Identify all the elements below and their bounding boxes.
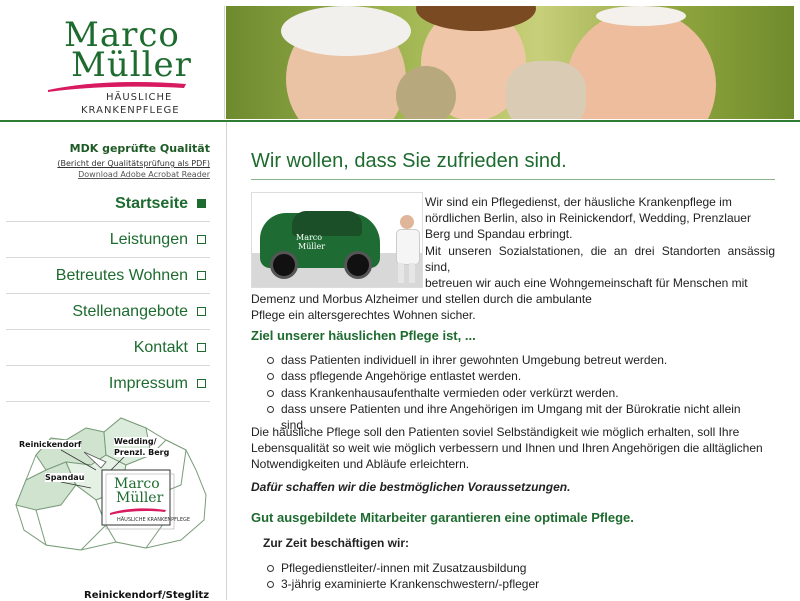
care-text: Die häusliche Pflege soll den Patienten … — [251, 424, 775, 473]
intro-text: Wir sind ein Pflegedienst, der häusliche… — [251, 194, 775, 324]
nav-item-stellenangebote[interactable]: Stellenangebote — [6, 294, 210, 330]
nav-item-impressum[interactable]: Impressum — [6, 366, 210, 402]
quality-title: MDK geprüfte Qualität — [69, 142, 210, 155]
nav-item-label: Betreutes Wohnen — [55, 266, 188, 284]
header: Marco Müller HÄUSLICHE KRANKENPFLEGE — [0, 0, 800, 122]
nav-item-label: Impressum — [108, 374, 188, 392]
care-line: Die häusliche Pflege soll den Patienten … — [251, 425, 740, 439]
berlin-map-icon — [15, 417, 207, 551]
car-logo-line1: Marco — [296, 233, 323, 242]
main-content: Wir wollen, dass Sie zufrieden sind. Mar… — [226, 122, 795, 600]
map-label-prenzl-berg[interactable]: Prenzl. Berg — [114, 448, 170, 457]
staff-list: Pflegedienstleiter/-innen mit Zusatzausb… — [267, 560, 767, 593]
page-title: Wir wollen, dass Sie zufrieden sind. — [251, 150, 567, 172]
quality-report-link[interactable]: (Bericht der Qualitätsprüfung als PDF) — [57, 159, 210, 168]
map-logo-line2: Müller — [116, 490, 164, 506]
square-bullet-icon — [197, 199, 206, 208]
goal-heading: Ziel unserer häuslichen Pflege ist, ... — [251, 328, 476, 343]
list-item: dass Krankenhausaufenthalte vermieden od… — [267, 385, 767, 401]
car-logo-line2: Müller — [298, 242, 326, 251]
sidebar-bottom-label: Reinickendorf/Steglitz — [84, 590, 210, 601]
nav-item-kontakt[interactable]: Kontakt — [6, 330, 210, 366]
title-divider — [251, 179, 775, 180]
emphasis-text: Dafür schaffen wir die bestmöglichen Vor… — [251, 480, 571, 494]
care-line: Notwendigkeiten und Abläufe erleichtern. — [251, 457, 470, 472]
logo[interactable]: Marco Müller HÄUSLICHE KRANKENPFLEGE — [6, 6, 225, 119]
intro-line: Pflege ein altersgerechtes Wohnen sicher… — [251, 308, 476, 323]
photo-face-elderly-man — [566, 10, 716, 119]
intro-line: nördlichen Berlin, also in Reinickendorf… — [425, 211, 751, 226]
nav-item-leistungen[interactable]: Leistungen — [6, 222, 210, 258]
list-item: dass unsere Patienten und ihre Angehörig… — [267, 401, 767, 432]
nav-item-label: Startseite — [115, 194, 188, 212]
quality-box: MDK geprüfte Qualität (Bericht der Quali… — [57, 142, 210, 179]
car-photo: Marco Müller — [251, 192, 423, 288]
map-label-wedding[interactable]: Wedding/ — [114, 437, 157, 446]
care-line: Lebensqualität so weit wie möglich verbe… — [251, 441, 763, 456]
nav-item-label: Leistungen — [109, 230, 188, 248]
map-label-reinickendorf[interactable]: Reinickendorf — [19, 440, 82, 449]
square-bullet-icon — [197, 379, 206, 388]
staff-heading: Gut ausgebildete Mitarbeiter garantieren… — [251, 510, 634, 525]
list-item: dass Patienten individuell in ihrer gewo… — [267, 352, 767, 368]
nav-item-label: Stellenangebote — [72, 302, 188, 320]
intro-line: Berg und Spandau erbringt. — [425, 227, 573, 242]
berlin-map[interactable]: Reinickendorf Wedding/ Prenzl. Berg Span… — [6, 410, 212, 555]
nav-item-betreutes-wohnen[interactable]: Betreutes Wohnen — [6, 258, 210, 294]
goal-list: dass Patienten individuell in ihrer gewo… — [267, 352, 767, 432]
list-item: Pflegedienstleiter/-innen mit Zusatzausb… — [267, 560, 767, 576]
map-logo-sub: HÄUSLICHE KRANKENPFLEGE — [117, 517, 191, 523]
main-nav: Startseite Leistungen Betreutes Wohnen S… — [6, 186, 210, 402]
square-bullet-icon — [197, 343, 206, 352]
intro-line: betreuen wir auch eine Wohngemeinschaft … — [425, 276, 748, 291]
page: Marco Müller HÄUSLICHE KRANKENPFLEGE MDK… — [0, 0, 800, 601]
square-bullet-icon — [197, 307, 206, 316]
logo-sub1: HÄUSLICHE — [106, 92, 173, 103]
nav-item-label: Kontakt — [133, 338, 188, 356]
logo-line2: Müller — [71, 45, 192, 85]
header-photo — [226, 6, 794, 119]
square-bullet-icon — [197, 235, 206, 244]
square-bullet-icon — [197, 271, 206, 280]
logo-sub2: KRANKENPFLEGE — [81, 105, 180, 116]
nav-item-startseite[interactable]: Startseite — [6, 186, 210, 222]
list-item: 3-jährig examinierte Krankenschwestern/-… — [267, 576, 767, 592]
intro-line: Mit unseren Sozialstationen, die an drei… — [425, 243, 775, 274]
intro-line: Demenz und Morbus Alzheimer und stellen … — [251, 292, 592, 307]
list-item: dass pflegende Angehörige entlastet werd… — [267, 368, 767, 384]
acrobat-download-link[interactable]: Download Adobe Acrobat Reader — [57, 170, 210, 179]
staff-subheading: Zur Zeit beschäftigen wir: — [263, 536, 410, 550]
intro-line: Wir sind ein Pflegedienst, der häusliche… — [425, 195, 732, 209]
map-label-spandau[interactable]: Spandau — [45, 473, 85, 482]
